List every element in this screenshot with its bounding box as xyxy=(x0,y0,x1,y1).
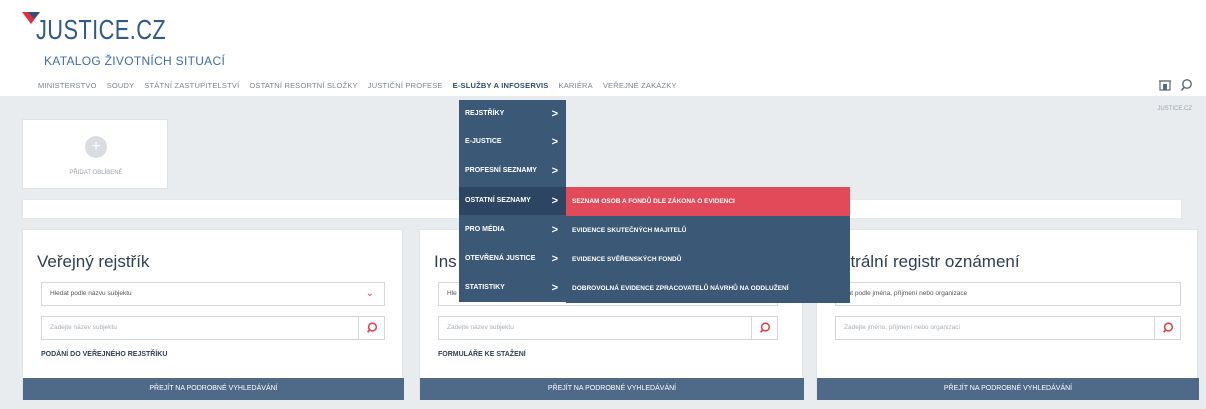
select-value: dat podle jména, příjmení nebo organizac… xyxy=(844,290,968,297)
menu-item-label: REJSTŘÍKY xyxy=(465,110,505,117)
site-logo[interactable]: JUSTICE.CZ xyxy=(36,14,166,46)
menu-item-label: STATISTIKY xyxy=(465,284,505,291)
nav-item-e-sluzby[interactable]: E-SLUŽBY A INFOSERVIS xyxy=(453,81,549,95)
search-field[interactable]: Zadejte jméno, příjmení nebo organizaci xyxy=(835,316,1181,340)
search-type-select[interactable]: dat podle jména, příjmení nebo organizac… xyxy=(835,282,1181,306)
nav-item-ostatni-resortni-slozky[interactable]: OSTATNÍ RESORTNÍ SLOŽKY xyxy=(249,81,357,95)
detailed-search-button[interactable]: PŘEJÍT NA PODROBNÉ VYHLEDÁVÁNÍ xyxy=(817,378,1199,400)
header-icons xyxy=(1158,78,1194,92)
menu-item-statistiky[interactable]: STATISTIKY > xyxy=(459,274,566,302)
menu-item-profesni-seznamy[interactable]: PROFESNÍ SEZNAMY > xyxy=(459,157,566,185)
site-subtitle: KATALOG ŽIVOTNÍCH SITUACÍ xyxy=(44,54,226,68)
menu-item-label: OTEVŘENÁ JUSTICE xyxy=(465,255,536,262)
menu-item-pro-media[interactable]: PRO MÉDIA > xyxy=(459,216,566,244)
select-value: Hle xyxy=(447,290,457,297)
menu-item-ostatni-seznamy[interactable]: OSTATNÍ SEZNAMY > xyxy=(459,187,566,215)
menu-item-label: PRO MÉDIA xyxy=(465,226,505,233)
nav-item-statni-zastupitelstvi[interactable]: STÁTNÍ ZASTUPITELSTVÍ xyxy=(144,81,239,95)
e-sluzby-dropdown: REJSTŘÍKY > E-JUSTICE > PROFESNÍ SEZNAMY > … xyxy=(459,100,566,302)
menu-item-label: OSTATNÍ SEZNAMY xyxy=(465,197,531,204)
detailed-search-button[interactable]: PŘEJÍT NA PODROBNÉ VYHLEDÁVÁNÍ xyxy=(420,378,804,400)
search-placeholder: Zadejte název subjektu xyxy=(50,324,117,331)
search-placeholder: Zadejte název subjektu xyxy=(447,324,514,331)
card-title: Ins xyxy=(434,252,457,271)
card-link[interactable]: FORMULÁŘE KE STAŽENÍ xyxy=(438,351,526,358)
submenu-item-seznam-osob[interactable]: SEZNAM OSOB A FONDŮ DLE ZÁKONA O EVIDENC… xyxy=(566,187,850,216)
search-type-select[interactable]: Hledat podle názvu subjektu ⌄ xyxy=(41,282,385,306)
building-icon[interactable] xyxy=(1158,78,1172,92)
search-button-icon[interactable] xyxy=(358,317,384,339)
menu-item-e-justice[interactable]: E-JUSTICE > xyxy=(459,128,566,156)
ostatni-seznamy-submenu: SEZNAM OSOB A FONDŮ DLE ZÁKONA O EVIDENC… xyxy=(566,187,850,303)
nav-item-justicni-profese[interactable]: JUSTIČNÍ PROFESE xyxy=(368,81,443,95)
search-placeholder: Zadejte jméno, příjmení nebo organizaci xyxy=(844,324,960,331)
chevron-right-icon: > xyxy=(551,108,558,120)
header-small-label: JUSTICE.CZ xyxy=(1157,106,1192,112)
search-icon[interactable] xyxy=(1180,78,1194,92)
main-nav: MINISTERSTVO SOUDY STÁTNÍ ZASTUPITELSTVÍ… xyxy=(38,81,677,95)
chevron-right-icon: > xyxy=(551,165,558,177)
chevron-right-icon: > xyxy=(551,136,558,148)
plus-icon: + xyxy=(85,136,107,158)
chevron-right-icon: > xyxy=(551,253,558,265)
search-field[interactable]: Zadejte název subjektu xyxy=(41,316,385,340)
chevron-right-icon: > xyxy=(551,224,558,236)
card-link[interactable]: PODÁNÍ DO VEŘEJNÉHO REJSTŘÍKU xyxy=(41,351,167,358)
page-root: JUSTICE.CZ KATALOG ŽIVOTNÍCH SITUACÍ MIN… xyxy=(0,0,1206,409)
add-favorite-card[interactable]: + PŘIDAT OBLÍBENÉ xyxy=(22,119,168,189)
nav-item-verejne-zakazky[interactable]: VEŘEJNÉ ZAKÁZKY xyxy=(603,81,677,95)
submenu-item-dobrovolna-evidence[interactable]: DOBROVOLNÁ EVIDENCE ZPRACOVATELŮ NÁVRHŮ … xyxy=(566,274,850,303)
nav-item-soudy[interactable]: SOUDY xyxy=(107,81,135,95)
site-header: JUSTICE.CZ KATALOG ŽIVOTNÍCH SITUACÍ MIN… xyxy=(0,0,1206,96)
menu-item-label: E-JUSTICE xyxy=(465,138,502,145)
card-centralni-registr: ntrální registr oznámení dat podle jména… xyxy=(816,229,1199,400)
menu-item-otevrena-justice[interactable]: OTEVŘENÁ JUSTICE > xyxy=(459,245,566,273)
search-button-icon[interactable] xyxy=(1154,317,1180,339)
menu-item-label: PROFESNÍ SEZNAMY xyxy=(465,167,537,174)
search-field[interactable]: Zadejte název subjektu xyxy=(438,316,778,340)
submenu-item-evidence-sverenskych-fondu[interactable]: EVIDENCE SVĚŘENSKÝCH FONDŮ xyxy=(566,245,850,274)
menu-item-rejstriky[interactable]: REJSTŘÍKY > xyxy=(459,100,566,128)
detailed-search-button[interactable]: PŘEJÍT NA PODROBNÉ VYHLEDÁVÁNÍ xyxy=(23,378,404,400)
chevron-right-icon: > xyxy=(551,195,558,207)
nav-item-kariera[interactable]: KARIÉRA xyxy=(559,81,593,95)
nav-item-ministerstvo[interactable]: MINISTERSTVO xyxy=(38,81,97,95)
add-favorite-label: PŘIDAT OBLÍBENÉ xyxy=(69,170,123,176)
card-title: Veřejný rejstřík xyxy=(37,252,150,271)
select-value: Hledat podle názvu subjektu xyxy=(50,290,132,297)
submenu-item-evidence-skutecnych-majitelu[interactable]: EVIDENCE SKUTEČNÝCH MAJITELŮ xyxy=(566,216,850,245)
chevron-down-icon: ⌄ xyxy=(365,288,374,299)
card-verejny-rejstrik: Veřejný rejstřík Hledat podle názvu subj… xyxy=(22,229,404,400)
chevron-right-icon: > xyxy=(551,282,558,294)
card-title: ntrální registr oznámení xyxy=(841,252,1020,271)
search-button-icon[interactable] xyxy=(751,317,777,339)
